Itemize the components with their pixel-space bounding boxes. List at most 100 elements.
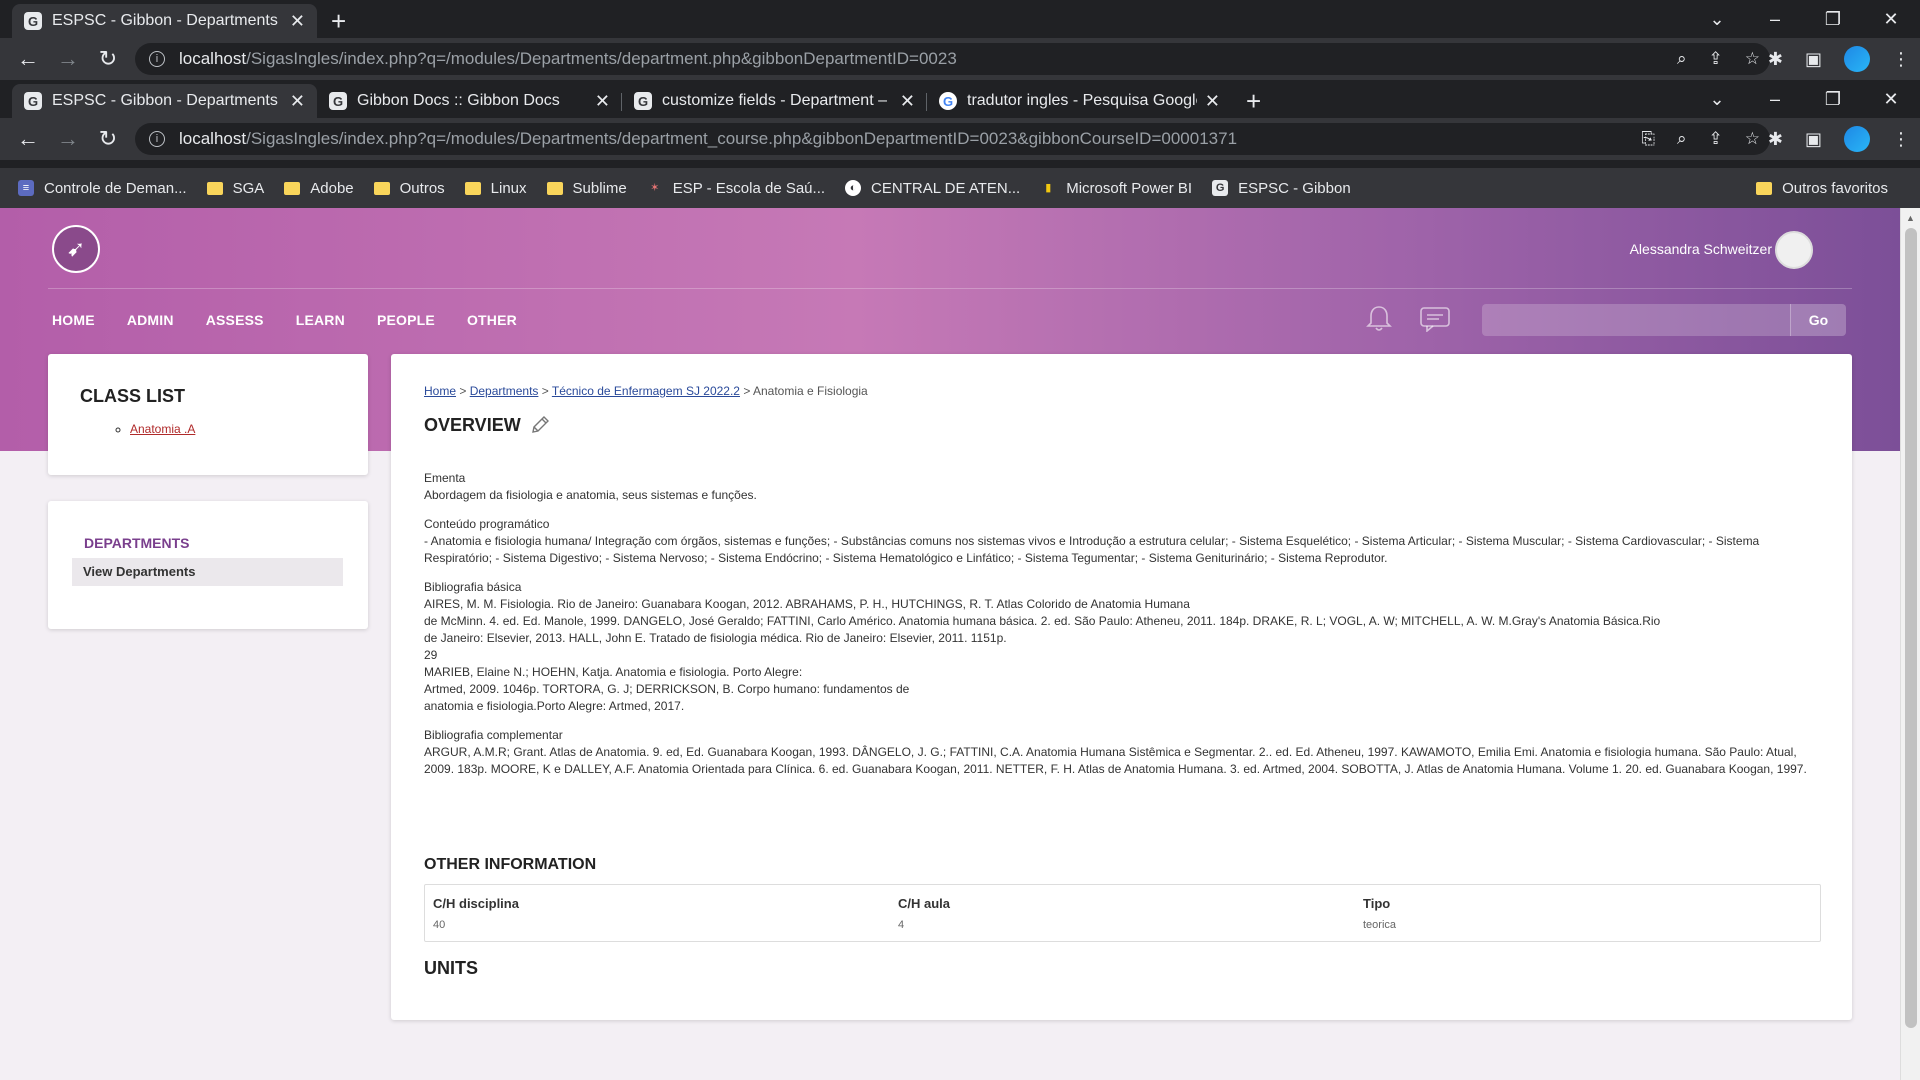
folder-icon: [546, 181, 563, 195]
info-value: 4: [898, 919, 905, 931]
breadcrumb-course[interactable]: Técnico de Enfermagem SJ 2022.2: [552, 384, 740, 398]
profile-icon[interactable]: [1844, 126, 1870, 152]
gibbon-logo-icon[interactable]: ➹: [52, 225, 100, 273]
bookmark-outros-favoritos[interactable]: Outros favoritos: [1756, 180, 1888, 197]
zoom-icon[interactable]: ⌕: [1677, 49, 1687, 69]
translate-icon[interactable]: ⎘: [1641, 129, 1655, 149]
bib-basica-line: de Janeiro: Elsevier, 2013. HALL, John E…: [424, 631, 1007, 645]
main-content: Home > Departments > Técnico de Enfermag…: [391, 354, 1852, 1020]
back-icon[interactable]: ←: [8, 126, 48, 152]
forward-icon[interactable]: →: [48, 126, 88, 152]
gibbon-favicon-icon: G: [1212, 180, 1229, 196]
close-window-icon[interactable]: ✕: [1862, 89, 1920, 110]
search-input[interactable]: [1482, 304, 1790, 336]
nav-other[interactable]: OTHER: [467, 312, 517, 328]
nav-people[interactable]: PEOPLE: [377, 312, 435, 328]
breadcrumb-departments[interactable]: Departments: [470, 384, 539, 398]
tab-departments-back[interactable]: G ESPSC - Gibbon - Departments ✕: [12, 4, 317, 38]
avatar[interactable]: [1775, 231, 1813, 269]
bookmark-sublime[interactable]: Sublime: [546, 180, 627, 197]
bookmark-central[interactable]: ◐ CENTRAL DE ATEN...: [845, 180, 1020, 197]
new-tab-icon[interactable]: +: [331, 4, 346, 38]
toolbar-back: ← → ↻ i localhost/SigasIngles/index.php?…: [0, 38, 1920, 80]
close-tab-icon[interactable]: ✕: [290, 11, 305, 32]
esp-icon: ✶: [650, 182, 660, 194]
nav-learn[interactable]: LEARN: [296, 312, 345, 328]
close-tab-icon[interactable]: ✕: [595, 91, 610, 112]
minimize-icon[interactable]: –: [1746, 9, 1804, 30]
tab-search-icon[interactable]: ⌄: [1688, 9, 1746, 30]
breadcrumb: Home > Departments > Técnico de Enfermag…: [424, 384, 868, 398]
share-icon[interactable]: ⇪: [1709, 49, 1723, 69]
folder-icon: [464, 181, 481, 195]
bookmark-outros[interactable]: Outros: [373, 180, 445, 197]
menu-icon[interactable]: ⋮: [1892, 129, 1910, 150]
bookmark-sga[interactable]: SGA: [206, 180, 264, 197]
tab-gibbon-docs[interactable]: G Gibbon Docs :: Gibbon Docs ✕: [317, 84, 622, 118]
class-list-card: CLASS LIST Anatomia .A: [48, 354, 368, 475]
search-bar: Go: [1482, 304, 1846, 336]
bookmark-linux[interactable]: Linux: [464, 180, 527, 197]
messages-icon[interactable]: [1419, 306, 1451, 332]
zoom-icon[interactable]: ⌕: [1677, 129, 1687, 149]
conteudo-text: - Anatomia e fisiologia humana/ Integraç…: [424, 534, 1760, 565]
search-go-button[interactable]: Go: [1790, 304, 1846, 336]
nav-admin[interactable]: ADMIN: [127, 312, 174, 328]
bookmark-powerbi[interactable]: ▮ Microsoft Power BI: [1040, 180, 1192, 197]
extensions-icon[interactable]: ✱: [1768, 129, 1783, 150]
profile-icon[interactable]: [1844, 46, 1870, 72]
window-controls: ⌄ – ❐ ✕: [1688, 0, 1920, 38]
view-departments-link[interactable]: View Departments: [72, 558, 343, 586]
breadcrumb-home[interactable]: Home: [424, 384, 456, 398]
info-label: C/H aula: [898, 896, 951, 911]
username[interactable]: Alessandra Schweitzer: [1630, 241, 1772, 257]
tab-departments[interactable]: G ESPSC - Gibbon - Departments ✕: [12, 84, 317, 118]
class-link-anatomia[interactable]: Anatomia .A: [130, 422, 195, 436]
tab-title: tradutor ingles - Pesquisa Google: [967, 92, 1197, 109]
notifications-bell-icon[interactable]: [1366, 304, 1392, 332]
share-icon[interactable]: ⇪: [1709, 129, 1723, 149]
bookmark-adobe[interactable]: Adobe: [284, 180, 354, 197]
bookmark-espsc[interactable]: G ESPSC - Gibbon: [1212, 180, 1351, 197]
forward-icon[interactable]: →: [48, 46, 88, 72]
bookmark-esp[interactable]: ✶ ESP - Escola de Saú...: [647, 180, 825, 197]
close-tab-icon[interactable]: ✕: [290, 91, 305, 112]
close-window-icon[interactable]: ✕: [1862, 9, 1920, 30]
restore-icon[interactable]: ❐: [1804, 9, 1862, 30]
menu-icon[interactable]: ⋮: [1892, 49, 1910, 70]
restore-icon[interactable]: ❐: [1804, 89, 1862, 110]
nav-assess[interactable]: ASSESS: [206, 312, 264, 328]
site-info-icon[interactable]: i: [149, 131, 165, 147]
folder-icon: [206, 181, 223, 195]
close-tab-icon[interactable]: ✕: [1205, 91, 1220, 112]
info-label: Tipo: [1363, 896, 1391, 911]
close-tab-icon[interactable]: ✕: [900, 91, 915, 112]
bib-basica-line: MARIEB, Elaine N.; HOEHN, Katja. Anatomi…: [424, 665, 803, 679]
back-icon[interactable]: ←: [8, 46, 48, 72]
ementa-text: Abordagem da fisiologia e anatomia, seus…: [424, 488, 757, 502]
scrollbar-thumb[interactable]: [1905, 228, 1917, 1028]
reload-icon[interactable]: ↻: [88, 46, 128, 72]
tab-tradutor[interactable]: G tradutor ingles - Pesquisa Google ✕: [927, 84, 1232, 118]
site-info-icon[interactable]: i: [149, 51, 165, 67]
new-tab-icon[interactable]: +: [1246, 84, 1261, 118]
page-scrollbar[interactable]: ▲: [1900, 208, 1920, 1080]
bookmark-controle[interactable]: ≡ Controle de Deman...: [18, 180, 187, 197]
google-favicon-icon: G: [939, 92, 957, 110]
bookmarks-bar: ≡ Controle de Deman... SGA Adobe Outros L…: [0, 168, 1920, 208]
scroll-up-icon[interactable]: ▲: [1906, 213, 1915, 223]
tab-search-icon[interactable]: ⌄: [1688, 89, 1746, 110]
address-bar[interactable]: i localhost/SigasIngles/index.php?q=/mod…: [135, 43, 1770, 75]
address-bar[interactable]: i localhost/SigasIngles/index.php?q=/mod…: [135, 123, 1770, 155]
side-panel-icon[interactable]: ▣: [1805, 129, 1822, 150]
toolbar: ← → ↻ i localhost/SigasIngles/index.php?…: [0, 118, 1920, 160]
reload-icon[interactable]: ↻: [88, 126, 128, 152]
tab-customize-fields[interactable]: G customize fields - Department – ✕: [622, 84, 927, 118]
nav-home[interactable]: HOME: [52, 312, 95, 328]
ementa-label: Ementa: [424, 471, 466, 485]
page: ➹ Alessandra Schweitzer HOME ADMIN ASSES…: [0, 208, 1900, 1080]
minimize-icon[interactable]: –: [1746, 89, 1804, 110]
side-panel-icon[interactable]: ▣: [1805, 49, 1822, 70]
edit-pencil-icon[interactable]: [529, 414, 551, 436]
extensions-icon[interactable]: ✱: [1768, 49, 1783, 70]
